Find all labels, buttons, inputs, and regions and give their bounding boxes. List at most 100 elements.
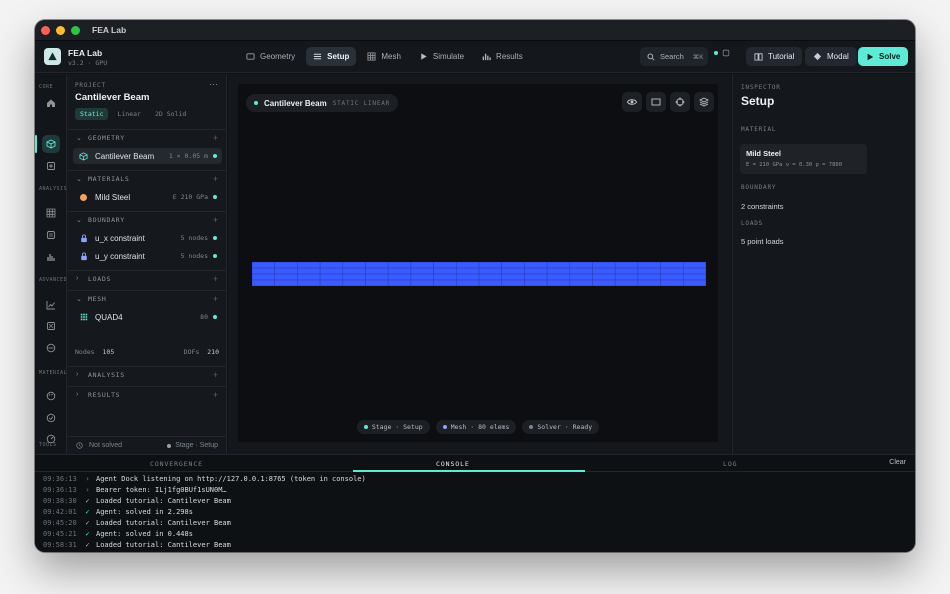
clock-icon	[76, 442, 83, 449]
palette-icon[interactable]	[42, 387, 60, 405]
section-geometry[interactable]: ⌄ GEOMETRY +	[67, 129, 227, 145]
search-label: Search	[660, 52, 684, 61]
matrix-icon[interactable]	[42, 226, 60, 244]
target-icon[interactable]	[42, 339, 60, 357]
tab-geometry[interactable]: Geometry	[239, 47, 302, 66]
mesh-element	[614, 262, 639, 269]
mesh-element	[660, 273, 684, 281]
add-icon[interactable]: +	[213, 174, 218, 184]
3d-viewport[interactable]: Cantilever Beam STATIC LINEAR Stage · Se…	[238, 84, 718, 442]
connection-status[interactable]	[714, 49, 730, 57]
status-dot	[213, 236, 217, 240]
material-item[interactable]: Mild Steel E 210 GPa	[73, 189, 222, 205]
boundary-item[interactable]: u_x constraint 5 nodes	[73, 230, 222, 246]
mesh-status: Mesh · 80 elems	[435, 420, 517, 434]
tab-convergence[interactable]: CONVERGENCE	[150, 460, 203, 468]
mesh-element	[252, 262, 276, 269]
import-icon[interactable]	[42, 157, 60, 175]
mesh-element	[319, 262, 344, 269]
eye-icon[interactable]	[622, 92, 642, 112]
frame-icon[interactable]	[646, 92, 666, 112]
rail-active-indicator	[35, 135, 37, 153]
log-message: Loaded tutorial: Cantilever Beam	[96, 496, 231, 505]
add-icon[interactable]: +	[213, 215, 218, 225]
close-window-button[interactable]	[41, 25, 50, 35]
line-chart-icon[interactable]	[42, 296, 60, 314]
section-boundary[interactable]: ⌄ BOUNDARY +	[67, 211, 227, 227]
chip-static[interactable]: Static	[75, 108, 109, 120]
section-label: GEOMETRY	[88, 133, 125, 142]
window-title: FEA Lab	[92, 25, 127, 35]
cube-icon[interactable]	[42, 135, 60, 153]
add-icon[interactable]: +	[213, 370, 218, 380]
section-label: BOUNDARY	[88, 215, 125, 224]
crosshair-icon[interactable]	[670, 92, 690, 112]
add-icon[interactable]: +	[213, 133, 218, 143]
mesh-element	[433, 273, 457, 281]
analysis-chips: Static Linear 2D Solid	[75, 108, 191, 120]
log-message: Agent Dock listening on http://127.0.0.1…	[96, 474, 366, 483]
status-dot	[442, 425, 447, 429]
tab-console[interactable]: CONSOLE	[436, 460, 470, 468]
mesh-element	[524, 279, 548, 286]
tab-setup[interactable]: Setup	[306, 47, 357, 66]
book-icon	[754, 53, 763, 61]
chip-2d-solid[interactable]: 2D Solid	[150, 108, 191, 120]
section-results[interactable]: › RESULTS +	[67, 386, 227, 402]
layers-icon[interactable]	[694, 92, 714, 112]
rail-section-advanced: ADVANCED	[39, 277, 68, 283]
tab-simulate[interactable]: Simulate	[412, 47, 471, 66]
tab-results[interactable]: Results	[475, 47, 530, 66]
section-materials[interactable]: ⌄ MATERIALS +	[67, 170, 227, 186]
log-timestamp: 09:58:31	[43, 540, 77, 549]
tab-log[interactable]: LOG	[723, 460, 737, 468]
mesh-element	[546, 273, 571, 281]
section-loads[interactable]: › LOADS +	[67, 270, 227, 286]
bar-chart-icon[interactable]	[42, 248, 60, 266]
solve-button[interactable]: Solve	[858, 47, 909, 66]
tab-label: Geometry	[260, 52, 296, 61]
tab-label: Results	[496, 52, 523, 61]
section-label: LOADS	[88, 274, 112, 283]
zoom-window-button[interactable]	[71, 25, 80, 35]
beam-mesh[interactable]	[252, 262, 706, 286]
mesh-grid-icon[interactable]	[42, 204, 60, 222]
loads-label: LOADS	[741, 220, 764, 227]
log-line: 09:36:13 › Bearer token: ILj1fg0BUf1sUN0…	[43, 484, 903, 495]
geometry-item[interactable]: Cantilever Beam 1 × 0.05 m	[73, 148, 222, 164]
home-icon[interactable]	[42, 94, 60, 112]
add-icon[interactable]: +	[213, 274, 218, 284]
section-label: MESH	[88, 294, 107, 303]
material-name: Mild Steel	[746, 149, 782, 158]
solver-status-text: Solver · Ready	[537, 423, 593, 431]
log-timestamp: 09:38:30	[43, 496, 77, 505]
icon-rail: CORE ANALYSIS ADVANCED MATERIALS TOOLS	[35, 74, 70, 454]
loads-value: 5 point loads	[741, 237, 784, 246]
agent-icon	[722, 49, 730, 57]
section-mesh[interactable]: ⌄ MESH +	[67, 290, 227, 306]
minimize-window-button[interactable]	[56, 25, 65, 35]
model-status-dot	[254, 101, 258, 105]
mesh-element	[660, 279, 684, 286]
item-label: QUAD4	[95, 312, 123, 322]
search-button[interactable]: Search ⌘K	[640, 47, 708, 66]
add-icon[interactable]: +	[213, 294, 218, 304]
tutorial-button[interactable]: Tutorial	[746, 47, 803, 66]
material-card[interactable]: Mild Steel E = 210 GPa ν = 0.30 ρ = 7800	[740, 144, 867, 174]
section-analysis[interactable]: › ANALYSIS +	[67, 366, 227, 382]
clear-button[interactable]: Clear	[889, 459, 906, 466]
frame-icon[interactable]	[42, 317, 60, 335]
modal-button[interactable]: Modal	[805, 47, 857, 66]
check-circle-icon[interactable]	[42, 409, 60, 427]
tab-mesh[interactable]: Mesh	[360, 47, 408, 66]
chip-linear[interactable]: Linear	[112, 108, 145, 120]
chevron-down-icon: ⌄	[76, 175, 82, 183]
more-options-icon[interactable]: ···	[209, 79, 218, 89]
mesh-element	[297, 267, 321, 275]
add-icon[interactable]: +	[213, 390, 218, 400]
mesh-element	[637, 273, 661, 281]
log-message: Agent: solved in 2.298s	[96, 507, 193, 516]
model-pill: Cantilever Beam STATIC LINEAR	[246, 94, 399, 112]
mesh-item[interactable]: QUAD4 80	[73, 309, 222, 325]
boundary-item[interactable]: u_y constraint 5 nodes	[73, 248, 222, 264]
